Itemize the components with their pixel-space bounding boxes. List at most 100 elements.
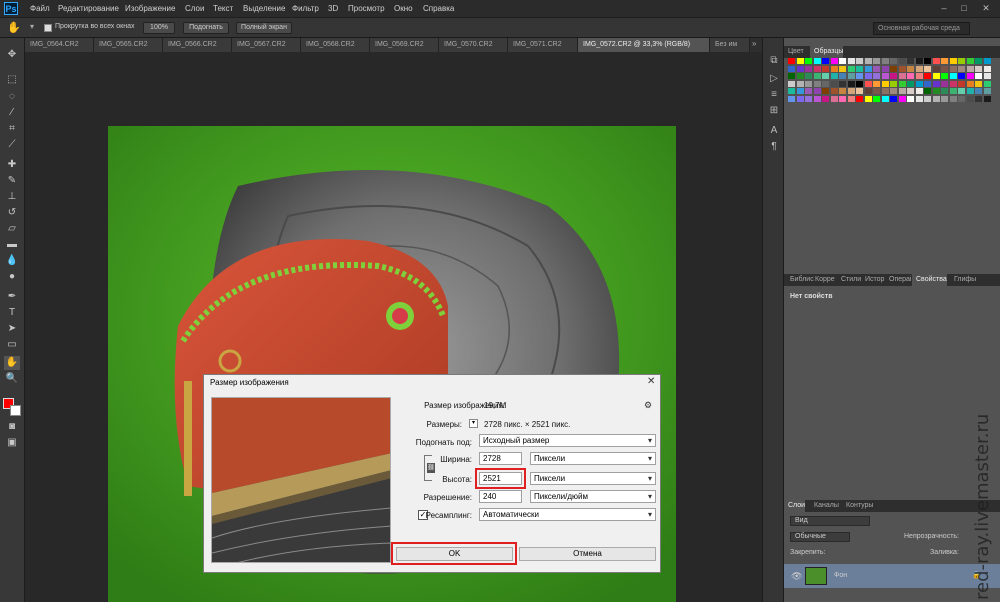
color-swatch[interactable]: [864, 58, 872, 64]
color-swatch[interactable]: [907, 73, 914, 79]
color-swatch[interactable]: [864, 95, 872, 102]
color-swatch[interactable]: [822, 73, 829, 79]
color-swatch[interactable]: [915, 65, 923, 72]
color-swatch[interactable]: [856, 58, 863, 64]
doc-tab[interactable]: IMG_0566.CR2: [163, 38, 232, 52]
color-swatch[interactable]: [958, 80, 965, 87]
color-swatch[interactable]: [983, 95, 991, 102]
color-swatch[interactable]: [839, 65, 846, 72]
color-swatch[interactable]: [813, 95, 821, 102]
color-swatch[interactable]: [907, 58, 914, 64]
hand-tool-button-icon[interactable]: ✋: [4, 356, 20, 370]
color-swatch[interactable]: [941, 88, 948, 94]
background-color-swatch[interactable]: [10, 405, 21, 416]
color-swatch[interactable]: [907, 65, 914, 72]
color-swatch[interactable]: [813, 73, 821, 79]
color-swatch[interactable]: [796, 88, 804, 94]
color-swatch[interactable]: [805, 65, 812, 72]
color-swatch[interactable]: [788, 58, 795, 64]
healing-tool-icon[interactable]: ✚: [4, 158, 20, 172]
color-swatch[interactable]: [924, 80, 931, 87]
type-tool-icon[interactable]: T: [4, 306, 20, 320]
color-swatch[interactable]: [873, 73, 880, 79]
color-swatch[interactable]: [924, 95, 931, 102]
color-swatch[interactable]: [856, 80, 863, 87]
color-swatch[interactable]: [864, 65, 872, 72]
color-swatch[interactable]: [788, 73, 795, 79]
color-swatch[interactable]: [941, 73, 948, 79]
color-swatch[interactable]: [847, 95, 855, 102]
color-swatch[interactable]: [805, 73, 812, 79]
color-swatch[interactable]: [890, 58, 897, 64]
color-swatch[interactable]: [830, 65, 838, 72]
brush-tool-icon[interactable]: ✎: [4, 174, 20, 188]
color-swatch[interactable]: [822, 95, 829, 102]
color-swatch[interactable]: [847, 58, 855, 64]
brush-panel-icon[interactable]: ⊞: [767, 104, 781, 118]
color-swatch[interactable]: [924, 65, 931, 72]
color-swatch[interactable]: [941, 80, 948, 87]
color-swatch[interactable]: [975, 73, 982, 79]
color-swatch[interactable]: [932, 58, 940, 64]
color-swatch[interactable]: [822, 80, 829, 87]
doc-tab[interactable]: IMG_0570.CR2: [439, 38, 508, 52]
color-swatch[interactable]: [813, 80, 821, 87]
color-swatch[interactable]: [958, 88, 965, 94]
color-swatch[interactable]: [847, 65, 855, 72]
doc-tab-active[interactable]: IMG_0572.CR2 @ 33,3% (RGB/8): [578, 38, 710, 52]
color-swatch[interactable]: [890, 73, 897, 79]
resample-select[interactable]: Автоматически: [479, 508, 656, 521]
menu-view[interactable]: Просмотр: [348, 4, 385, 13]
color-swatch[interactable]: [788, 65, 795, 72]
color-swatch[interactable]: [805, 58, 812, 64]
color-swatch[interactable]: [788, 88, 795, 94]
settings-gear-icon[interactable]: ⚙: [644, 400, 652, 411]
color-swatch[interactable]: [941, 95, 948, 102]
color-swatch[interactable]: [949, 58, 957, 64]
color-swatch[interactable]: [924, 58, 931, 64]
color-swatch[interactable]: [915, 88, 923, 94]
color-swatch[interactable]: [805, 95, 812, 102]
color-swatch[interactable]: [966, 58, 974, 64]
color-swatch[interactable]: [881, 80, 889, 87]
color-swatch[interactable]: [796, 65, 804, 72]
color-swatch[interactable]: [949, 95, 957, 102]
screen-mode-icon[interactable]: ▣: [4, 436, 20, 450]
shape-tool-icon[interactable]: ▭: [4, 338, 20, 352]
color-swatch[interactable]: [864, 80, 872, 87]
menu-3d[interactable]: 3D: [328, 4, 338, 13]
color-swatch[interactable]: [830, 58, 838, 64]
color-swatch[interactable]: [915, 80, 923, 87]
color-swatch[interactable]: [830, 73, 838, 79]
color-swatch[interactable]: [873, 65, 880, 72]
color-swatch[interactable]: [873, 58, 880, 64]
menu-edit[interactable]: Редактирование: [58, 4, 119, 13]
color-swatch[interactable]: [958, 65, 965, 72]
color-swatch[interactable]: [941, 58, 948, 64]
resolution-input[interactable]: 240: [479, 490, 522, 503]
eyedropper-tool-icon[interactable]: ⟋: [4, 138, 20, 152]
color-swatch[interactable]: [805, 80, 812, 87]
menu-layers[interactable]: Слои: [185, 4, 204, 13]
dialog-close-icon[interactable]: ✕: [647, 376, 655, 387]
fullscreen-button[interactable]: Полный экран: [236, 22, 292, 34]
menu-filter[interactable]: Фильтр: [292, 4, 319, 13]
color-swatch[interactable]: [805, 88, 812, 94]
tab-color[interactable]: Цвет: [784, 46, 804, 58]
color-swatch[interactable]: [932, 73, 940, 79]
menu-image[interactable]: Изображение: [125, 4, 175, 13]
color-swatch[interactable]: [958, 95, 965, 102]
more-tabs-icon[interactable]: »: [752, 39, 756, 48]
color-swatch[interactable]: [941, 65, 948, 72]
color-swatch[interactable]: [864, 88, 872, 94]
color-swatch[interactable]: [966, 73, 974, 79]
color-swatch[interactable]: [983, 65, 991, 72]
tab-corrections[interactable]: Корре: [811, 274, 835, 286]
color-swatch[interactable]: [822, 88, 829, 94]
color-swatch[interactable]: [975, 95, 982, 102]
tab-paths[interactable]: Контуры: [842, 500, 873, 512]
color-swatch[interactable]: [856, 88, 863, 94]
tab-libraries[interactable]: Библис: [786, 274, 814, 286]
color-swatch[interactable]: [873, 88, 880, 94]
color-swatch[interactable]: [958, 58, 965, 64]
